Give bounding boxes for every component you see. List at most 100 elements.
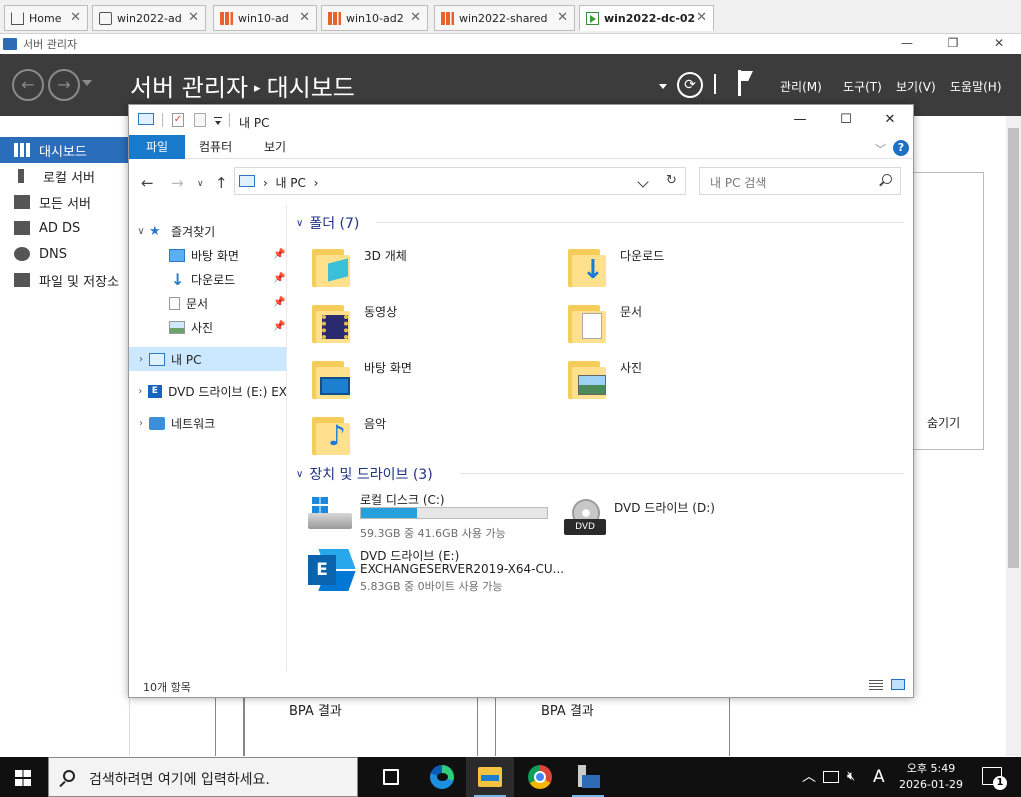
close-icon[interactable]: ✕ (696, 10, 707, 25)
minimize-button[interactable]: — (884, 34, 930, 54)
nav-network[interactable]: › 네트워크 (129, 411, 286, 435)
menu-help[interactable]: 도움말(H) (950, 78, 1002, 95)
nav-pictures[interactable]: 사진 📌 (129, 315, 286, 339)
maximize-button[interactable]: ☐ (823, 105, 869, 135)
forward-button[interactable]: → (171, 174, 184, 192)
large-icons-view-icon[interactable] (891, 679, 905, 690)
sidebar-item-file-storage[interactable]: 파일 및 저장소 (0, 267, 130, 293)
sidebar-item-dns[interactable]: DNS (0, 241, 130, 267)
close-icon[interactable]: ✕ (299, 10, 310, 25)
task-view-button[interactable] (368, 757, 416, 797)
sidebar-item-all-servers[interactable]: 모든 서버 (0, 189, 130, 215)
nav-this-pc[interactable]: › 내 PC (129, 347, 286, 371)
address-bar-row: ← → ∨ ↑ › 내 PC › ↻ 내 PC 검색 (129, 159, 913, 205)
start-button[interactable] (0, 757, 46, 797)
properties-icon[interactable]: ✓ (172, 113, 184, 127)
chevron-down-icon[interactable] (637, 176, 649, 188)
clock[interactable]: 오후 5:49 2026-01-29 (893, 761, 969, 793)
folder-item[interactable]: ↓ 다운로드 (568, 241, 808, 289)
folder-item[interactable]: 문서 (568, 297, 808, 345)
notifications-flag-icon[interactable] (738, 70, 754, 96)
folder-item[interactable]: ♪ 음악 (312, 409, 552, 457)
nav-desktop[interactable]: 바탕 화면 📌 (129, 243, 286, 267)
chrome-icon (528, 765, 552, 789)
chevron-right-icon[interactable]: › (133, 418, 149, 429)
menu-manage[interactable]: 관리(M) (780, 78, 822, 95)
tab-computer[interactable]: 컴퓨터 (185, 135, 246, 159)
group-header-folders[interactable]: ∨ 폴더 (7) (296, 213, 359, 233)
chevron-up-icon[interactable]: ︿ (802, 757, 816, 797)
chrome-button[interactable] (516, 757, 564, 797)
chevron-right-icon[interactable]: › (133, 386, 148, 397)
file-explorer-button[interactable] (466, 757, 514, 797)
back-button[interactable]: ← (141, 174, 154, 192)
chevron-down-icon[interactable] (659, 84, 667, 89)
new-folder-icon[interactable] (194, 113, 206, 127)
help-icon[interactable]: ? (893, 140, 909, 156)
bpa-results-label[interactable]: BPA 결과 (289, 700, 342, 719)
drive-item-d[interactable]: DVD DVD 드라이브 (D:) (562, 495, 812, 543)
folder-item[interactable]: 사진 (568, 353, 808, 401)
expand-ribbon-icon[interactable]: ﹀ (875, 141, 886, 157)
input-method-indicator[interactable]: A (873, 757, 885, 797)
close-button[interactable]: ✕ (976, 34, 1021, 54)
bpa-results-label[interactable]: BPA 결과 (541, 700, 594, 719)
close-button[interactable]: ✕ (867, 105, 913, 135)
exchange-dvd-icon: E (308, 549, 356, 593)
host-tab-win2022-shared[interactable]: win2022-shared ✕ (434, 5, 575, 31)
host-tab-home[interactable]: Home ✕ (4, 5, 88, 31)
close-icon[interactable]: ✕ (70, 10, 81, 25)
chevron-right-icon[interactable]: › (133, 354, 149, 365)
host-tab-win2022-ad[interactable]: win2022-ad ✕ (92, 5, 206, 31)
close-icon[interactable]: ✕ (188, 10, 199, 25)
hide-link[interactable]: 숨기기 (927, 414, 960, 431)
maximize-button[interactable]: ❐ (930, 34, 976, 54)
back-button[interactable]: ← (12, 69, 44, 101)
edge-button[interactable] (418, 757, 466, 797)
forward-button[interactable]: → (48, 69, 80, 101)
search-input[interactable]: 내 PC 검색 (699, 167, 901, 195)
tab-view[interactable]: 보기 (250, 135, 300, 159)
recent-locations-icon[interactable]: ∨ (197, 179, 204, 189)
breadcrumb[interactable]: › 내 PC › (263, 174, 318, 191)
group-header-devices[interactable]: ∨ 장치 및 드라이브 (3) (296, 464, 433, 484)
menu-view[interactable]: 보기(V) (896, 78, 936, 95)
network-icon[interactable] (823, 771, 839, 783)
address-bar[interactable]: › 내 PC › (234, 167, 686, 195)
chevron-down-icon[interactable] (82, 80, 92, 86)
refresh-icon[interactable]: ⟳ (677, 72, 703, 98)
details-view-icon[interactable] (869, 680, 883, 690)
taskbar-search-input[interactable]: 검색하려면 여기에 입력하세요. (48, 757, 358, 797)
tab-file[interactable]: 파일 (129, 135, 185, 159)
folder-item[interactable]: 동영상 (312, 297, 552, 345)
nav-dvd-drive[interactable]: › E DVD 드라이브 (E:) EX (129, 379, 286, 403)
menu-tools[interactable]: 도구(T) (843, 78, 882, 95)
refresh-button[interactable]: ↻ (658, 167, 686, 195)
host-tab-win2022-dc-02[interactable]: win2022-dc-02 ✕ (579, 5, 714, 31)
drive-item-e[interactable]: E DVD 드라이브 (E:) EXCHANGESERVER2019-X64-C… (308, 547, 564, 601)
folder-item[interactable]: 바탕 화면 (312, 353, 552, 401)
sidebar-item-local-server[interactable]: 로컬 서버 (0, 163, 130, 189)
drive-item-c[interactable]: 로컬 디스크 (C:) 59.3GB 중 41.6GB 사용 가능 (308, 491, 558, 540)
breadcrumb: 서버 관리자 ▸ 대시보드 (130, 74, 355, 102)
server-manager-button[interactable] (564, 757, 612, 797)
chevron-down-icon[interactable]: ∨ (133, 226, 149, 237)
scrollbar-thumb[interactable] (1008, 128, 1019, 568)
volume-muted-icon[interactable]: 🔇︎ (847, 757, 855, 797)
folder-item[interactable]: 3D 개체 (312, 241, 552, 289)
customize-quick-access-icon[interactable] (214, 117, 222, 125)
minimize-button[interactable]: — (777, 105, 823, 135)
this-pc-icon (239, 175, 255, 187)
close-icon[interactable]: ✕ (557, 10, 568, 25)
taskbar: 검색하려면 여기에 입력하세요. ︿ 🔇︎ A 오후 5:49 2026-01-… (0, 757, 1021, 797)
nav-downloads[interactable]: 다운로드 📌 (129, 267, 286, 291)
close-icon[interactable]: ✕ (410, 10, 421, 25)
sidebar-item-ad-ds[interactable]: AD DS (0, 215, 130, 241)
host-tab-win10-ad2[interactable]: win10-ad2 ✕ (321, 5, 428, 31)
nav-documents[interactable]: 문서 📌 (129, 291, 286, 315)
host-tab-win10-ad[interactable]: win10-ad ✕ (213, 5, 317, 31)
up-button[interactable]: ↑ (215, 174, 228, 192)
sidebar-item-dashboard[interactable]: 대시보드 (0, 137, 130, 163)
nav-quick-access[interactable]: ∨ ★ 즐겨찾기 (129, 219, 286, 243)
scrollbar[interactable] (1006, 116, 1021, 756)
